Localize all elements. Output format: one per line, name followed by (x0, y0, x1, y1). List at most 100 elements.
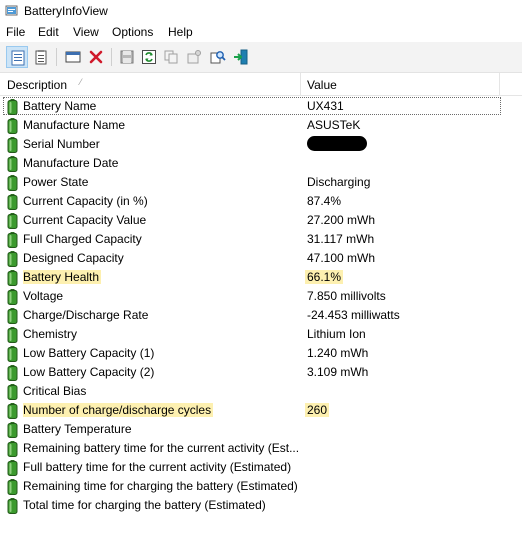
row-label: Current Capacity (in %) (23, 194, 148, 208)
row-value: 47.100 mWh (307, 251, 375, 265)
list-row[interactable]: Current Capacity Value 27.200 mWh (0, 211, 522, 230)
properties-button[interactable] (183, 46, 205, 68)
list-row[interactable]: Designed Capacity 47.100 mWh (0, 249, 522, 268)
copy-button[interactable] (160, 46, 182, 68)
toolbar-separator (56, 48, 57, 66)
row-value: 27.200 mWh (307, 213, 375, 227)
battery-icon (7, 308, 18, 324)
properties-icon (187, 50, 201, 64)
list-row[interactable]: Full Charged Capacity 31.117 mWh (0, 230, 522, 249)
battery-icon (7, 346, 18, 362)
row-value-text: 66.1% (305, 270, 344, 284)
options-icon (65, 51, 81, 63)
column-divider[interactable] (300, 73, 301, 95)
row-value: Discharging (307, 175, 370, 189)
row-label: Manufacture Name (23, 118, 125, 132)
row-label: Manufacture Date (23, 156, 118, 170)
list-row[interactable]: Serial Number (0, 135, 522, 154)
list-row[interactable]: Battery Temperature (0, 420, 522, 439)
menu-options[interactable]: Options (112, 25, 153, 39)
row-label-text: Critical Bias (23, 384, 87, 398)
menu-file[interactable]: File (6, 25, 25, 39)
battery-icon (7, 479, 18, 495)
list-row[interactable]: Charge/Discharge Rate -24.453 milliwatts (0, 306, 522, 325)
list-row[interactable]: Power State Discharging (0, 173, 522, 192)
battery-info-list[interactable]: Description ⁄ Value Battery Name UX431 Man… (0, 73, 522, 538)
row-value-text: 31.117 mWh (307, 232, 375, 246)
row-label-text: Number of charge/discharge cycles (23, 403, 214, 417)
save-button[interactable] (116, 46, 138, 68)
list-row[interactable]: Remaining battery time for the current a… (0, 439, 522, 458)
row-value-text: 47.100 mWh (307, 251, 376, 265)
row-label-text: Voltage (23, 289, 64, 303)
row-label: Power State (23, 175, 88, 189)
list-row[interactable]: Voltage 7.850 millivolts (0, 287, 522, 306)
exit-icon (234, 49, 248, 65)
list-row[interactable]: Full battery time for the current activi… (0, 458, 522, 477)
refresh-button[interactable] (138, 46, 160, 68)
toolbar (0, 42, 522, 73)
row-value-text: Discharging (307, 175, 371, 189)
list-row[interactable]: Low Battery Capacity (1) 1.240 mWh (0, 344, 522, 363)
row-label: Total time for charging the battery (Est… (23, 498, 266, 512)
row-label-text: Charge/Discharge Rate (23, 308, 149, 322)
row-value (307, 136, 367, 152)
row-label: Critical Bias (23, 384, 86, 398)
column-header-description[interactable]: Description (7, 78, 67, 92)
battery-icon (7, 384, 18, 400)
list-row[interactable]: Number of charge/discharge cycles 260 (0, 401, 522, 420)
row-value: 260 (305, 403, 330, 417)
row-value: UX431 (307, 99, 344, 113)
menu-view[interactable]: View (73, 25, 99, 39)
row-label-text: Full Charged Capacity (23, 232, 142, 246)
row-label-text: Current Capacity Value (23, 213, 147, 227)
row-label: Number of charge/discharge cycles (23, 403, 214, 417)
column-divider[interactable] (499, 73, 500, 95)
row-value-text: -24.453 milliwatts (307, 308, 400, 322)
battery-icon (7, 365, 18, 381)
row-value-text: 3.109 mWh (307, 365, 369, 379)
battery-icon (7, 99, 18, 115)
battery-icon (7, 422, 18, 438)
list-row[interactable]: Remaining time for charging the battery … (0, 477, 522, 496)
row-label: Remaining time for charging the battery … (23, 479, 298, 493)
list-row[interactable]: Total time for charging the battery (Est… (0, 496, 522, 515)
row-label-text: Battery Name (23, 99, 97, 113)
battery-icon (7, 327, 18, 343)
list-row[interactable]: Critical Bias (0, 382, 522, 401)
row-label-text: Low Battery Capacity (1) (23, 346, 155, 360)
properties-list-button[interactable] (30, 46, 52, 68)
row-label-text: Current Capacity (in %) (23, 194, 148, 208)
row-label-text: Manufacture Name (23, 118, 126, 132)
list-rows: Battery Name UX431 Manufacture Name ASUSTeK… (0, 97, 522, 515)
row-label: Battery Health (23, 270, 102, 284)
list-row[interactable]: Battery Health 66.1% (0, 268, 522, 287)
row-value-text: 87.4% (307, 194, 342, 208)
properties-list-icon (35, 50, 47, 65)
redaction-mark (307, 136, 367, 152)
column-header-value[interactable]: Value (307, 78, 337, 92)
list-row[interactable]: Manufacture Name ASUSTeK (0, 116, 522, 135)
row-value: 1.240 mWh (307, 346, 368, 360)
delete-button[interactable] (85, 46, 107, 68)
row-label-text: Low Battery Capacity (2) (23, 365, 155, 379)
list-row[interactable]: Manufacture Date (0, 154, 522, 173)
row-label-text: Remaining time for charging the battery … (23, 479, 298, 493)
sort-ascending-icon: ⁄ (80, 77, 82, 87)
row-label-text: Power State (23, 175, 89, 189)
find-button[interactable] (207, 46, 229, 68)
toolbar-separator (111, 48, 112, 66)
row-value: 3.109 mWh (307, 365, 368, 379)
list-row[interactable]: Low Battery Capacity (2) 3.109 mWh (0, 363, 522, 382)
menu-edit[interactable]: Edit (38, 25, 59, 39)
row-value: -24.453 milliwatts (307, 308, 400, 322)
list-row[interactable]: Current Capacity (in %) 87.4% (0, 192, 522, 211)
battery-icon (7, 251, 18, 267)
list-row[interactable]: Chemistry Lithium Ion (0, 325, 522, 344)
menu-help[interactable]: Help (168, 25, 193, 39)
exit-button[interactable] (230, 46, 252, 68)
row-value-text: 260 (305, 403, 330, 417)
html-report-button[interactable] (6, 46, 28, 68)
list-row[interactable]: Battery Name UX431 (0, 97, 522, 116)
options-button[interactable] (62, 46, 84, 68)
